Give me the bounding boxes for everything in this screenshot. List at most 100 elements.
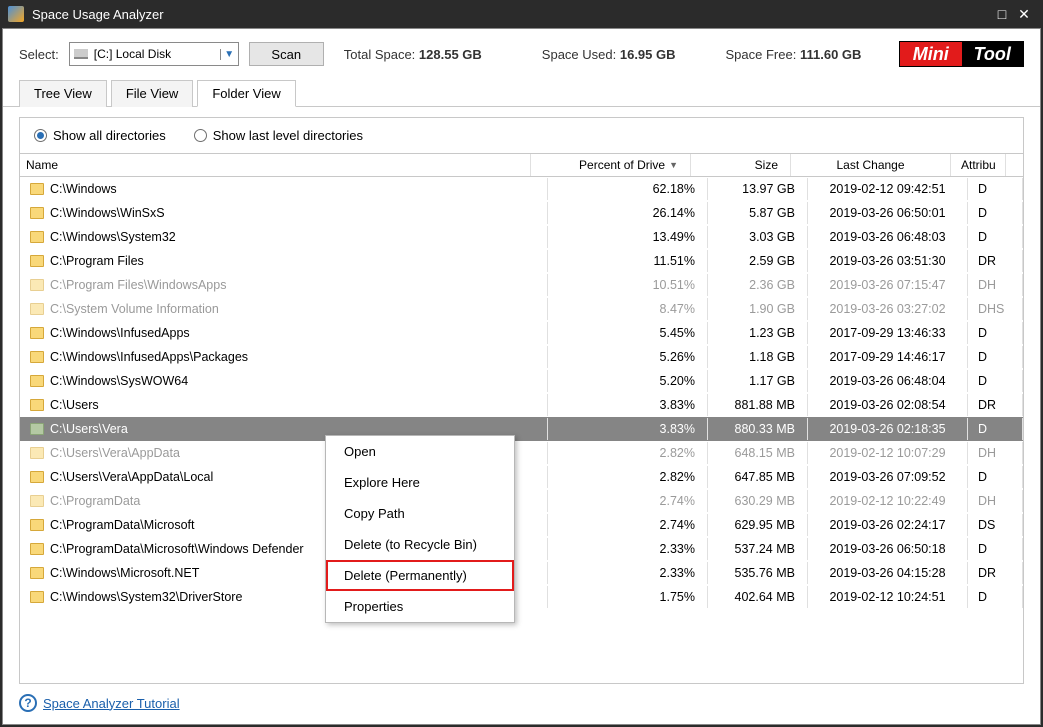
row-size: 1.18 GB bbox=[708, 346, 808, 368]
row-date: 2019-03-26 03:51:30 bbox=[808, 250, 968, 272]
row-attr: D bbox=[968, 346, 1023, 368]
row-attr: D bbox=[968, 226, 1023, 248]
col-header-attr[interactable]: Attribu bbox=[951, 154, 1006, 176]
folder-icon bbox=[30, 183, 44, 195]
cm-explore[interactable]: Explore Here bbox=[326, 467, 514, 498]
table-row[interactable]: C:\Windows\System3213.49%3.03 GB2019-03-… bbox=[20, 225, 1023, 249]
close-button[interactable]: ✕ bbox=[1013, 3, 1035, 25]
chevron-down-icon: ▼ bbox=[220, 49, 238, 60]
row-attr: D bbox=[968, 322, 1023, 344]
toolbar: Select: [C:] Local Disk ▼ Scan Total Spa… bbox=[3, 29, 1040, 79]
row-percent: 2.74% bbox=[548, 490, 708, 512]
radio-show-last[interactable]: Show last level directories bbox=[194, 128, 363, 143]
tab-file-view[interactable]: File View bbox=[111, 80, 194, 107]
col-header-date[interactable]: Last Change bbox=[791, 154, 951, 176]
row-name: C:\Windows\InfusedApps bbox=[50, 326, 190, 340]
row-percent: 2.74% bbox=[548, 514, 708, 536]
maximize-button[interactable]: □ bbox=[991, 3, 1013, 25]
row-date: 2019-03-26 02:08:54 bbox=[808, 394, 968, 416]
radio-show-all[interactable]: Show all directories bbox=[34, 128, 166, 143]
cm-open[interactable]: Open bbox=[326, 436, 514, 467]
folder-icon bbox=[30, 303, 44, 315]
row-attr: DH bbox=[968, 274, 1023, 296]
row-size: 2.59 GB bbox=[708, 250, 808, 272]
row-size: 648.15 MB bbox=[708, 442, 808, 464]
cm-delete-permanent[interactable]: Delete (Permanently) bbox=[326, 560, 514, 591]
row-size: 1.23 GB bbox=[708, 322, 808, 344]
row-size: 13.97 GB bbox=[708, 178, 808, 200]
row-attr: DR bbox=[968, 394, 1023, 416]
row-name: C:\ProgramData bbox=[50, 494, 140, 508]
row-percent: 11.51% bbox=[548, 250, 708, 272]
table-row[interactable]: C:\Users\Vera3.83%880.33 MB2019-03-26 02… bbox=[20, 417, 1023, 441]
row-percent: 1.75% bbox=[548, 586, 708, 608]
table-row[interactable]: C:\ProgramData\Microsoft2.74%629.95 MB20… bbox=[20, 513, 1023, 537]
table-row[interactable]: C:\ProgramData\Microsoft\Windows Defende… bbox=[20, 537, 1023, 561]
grid-body[interactable]: Open Explore Here Copy Path Delete (to R… bbox=[20, 177, 1023, 683]
table-row[interactable]: C:\Windows\WinSxS26.14%5.87 GB2019-03-26… bbox=[20, 201, 1023, 225]
table-row[interactable]: C:\Windows\InfusedApps5.45%1.23 GB2017-0… bbox=[20, 321, 1023, 345]
row-name: C:\System Volume Information bbox=[50, 302, 219, 316]
row-percent: 5.45% bbox=[548, 322, 708, 344]
folder-icon bbox=[30, 255, 44, 267]
footer: ? Space Analyzer Tutorial bbox=[3, 684, 1040, 724]
scan-button[interactable]: Scan bbox=[249, 42, 324, 66]
folder-icon bbox=[30, 231, 44, 243]
row-attr: D bbox=[968, 538, 1023, 560]
folder-view-panel: Show all directories Show last level dir… bbox=[19, 117, 1024, 684]
row-attr: DS bbox=[968, 514, 1023, 536]
row-date: 2019-03-26 02:24:17 bbox=[808, 514, 968, 536]
col-header-percent[interactable]: Percent of Drive▼ bbox=[531, 154, 691, 176]
cm-properties[interactable]: Properties bbox=[326, 591, 514, 622]
tab-folder-view[interactable]: Folder View bbox=[197, 80, 295, 107]
table-row[interactable]: C:\Users3.83%881.88 MB2019-03-26 02:08:5… bbox=[20, 393, 1023, 417]
row-name: C:\Windows\WinSxS bbox=[50, 206, 165, 220]
radio-dot-icon bbox=[34, 129, 47, 142]
row-date: 2017-09-29 14:46:17 bbox=[808, 346, 968, 368]
view-tabs: Tree View File View Folder View bbox=[3, 79, 1040, 107]
row-attr: DHS bbox=[968, 298, 1023, 320]
table-row[interactable]: C:\Windows62.18%13.97 GB2019-02-12 09:42… bbox=[20, 177, 1023, 201]
folder-icon bbox=[30, 543, 44, 555]
row-name: C:\Users\Vera bbox=[50, 422, 128, 436]
row-percent: 2.33% bbox=[548, 562, 708, 584]
tab-tree-view[interactable]: Tree View bbox=[19, 80, 107, 107]
row-attr: DH bbox=[968, 490, 1023, 512]
tutorial-link[interactable]: Space Analyzer Tutorial bbox=[43, 696, 180, 711]
col-header-name[interactable]: Name bbox=[20, 154, 531, 176]
row-name: C:\Users bbox=[50, 398, 99, 412]
row-name: C:\Program Files\WindowsApps bbox=[50, 278, 226, 292]
table-row[interactable]: C:\Users\Vera\AppData2.82%648.15 MB2019-… bbox=[20, 441, 1023, 465]
col-header-size[interactable]: Size bbox=[691, 154, 791, 176]
row-name: C:\ProgramData\Microsoft\Windows Defende… bbox=[50, 542, 304, 556]
row-attr: D bbox=[968, 466, 1023, 488]
table-row[interactable]: C:\Windows\System32\DriverStore1.75%402.… bbox=[20, 585, 1023, 609]
row-attr: D bbox=[968, 178, 1023, 200]
table-row[interactable]: C:\System Volume Information8.47%1.90 GB… bbox=[20, 297, 1023, 321]
table-row[interactable]: C:\Windows\Microsoft.NET2.33%535.76 MB20… bbox=[20, 561, 1023, 585]
folder-icon bbox=[30, 399, 44, 411]
table-row[interactable]: C:\Windows\SysWOW645.20%1.17 GB2019-03-2… bbox=[20, 369, 1023, 393]
row-date: 2019-03-26 02:18:35 bbox=[808, 418, 968, 440]
cm-copy-path[interactable]: Copy Path bbox=[326, 498, 514, 529]
drive-select[interactable]: [C:] Local Disk ▼ bbox=[69, 42, 239, 66]
row-date: 2019-03-26 04:15:28 bbox=[808, 562, 968, 584]
row-name: C:\Users\Vera\AppData\Local bbox=[50, 470, 213, 484]
row-name: C:\ProgramData\Microsoft bbox=[50, 518, 194, 532]
table-row[interactable]: C:\Users\Vera\AppData\Local2.82%647.85 M… bbox=[20, 465, 1023, 489]
table-row[interactable]: C:\Program Files11.51%2.59 GB2019-03-26 … bbox=[20, 249, 1023, 273]
row-size: 537.24 MB bbox=[708, 538, 808, 560]
space-used-stat: Space Used: 16.95 GB bbox=[542, 47, 676, 62]
cm-delete-recycle[interactable]: Delete (to Recycle Bin) bbox=[326, 529, 514, 560]
row-size: 630.29 MB bbox=[708, 490, 808, 512]
table-row[interactable]: C:\ProgramData2.74%630.29 MB2019-02-12 1… bbox=[20, 489, 1023, 513]
row-date: 2019-03-26 06:50:18 bbox=[808, 538, 968, 560]
row-size: 1.17 GB bbox=[708, 370, 808, 392]
row-date: 2019-03-26 06:50:01 bbox=[808, 202, 968, 224]
row-date: 2019-03-26 06:48:03 bbox=[808, 226, 968, 248]
row-attr: DR bbox=[968, 250, 1023, 272]
row-percent: 3.83% bbox=[548, 418, 708, 440]
table-row[interactable]: C:\Program Files\WindowsApps10.51%2.36 G… bbox=[20, 273, 1023, 297]
table-row[interactable]: C:\Windows\InfusedApps\Packages5.26%1.18… bbox=[20, 345, 1023, 369]
radio-dot-icon bbox=[194, 129, 207, 142]
